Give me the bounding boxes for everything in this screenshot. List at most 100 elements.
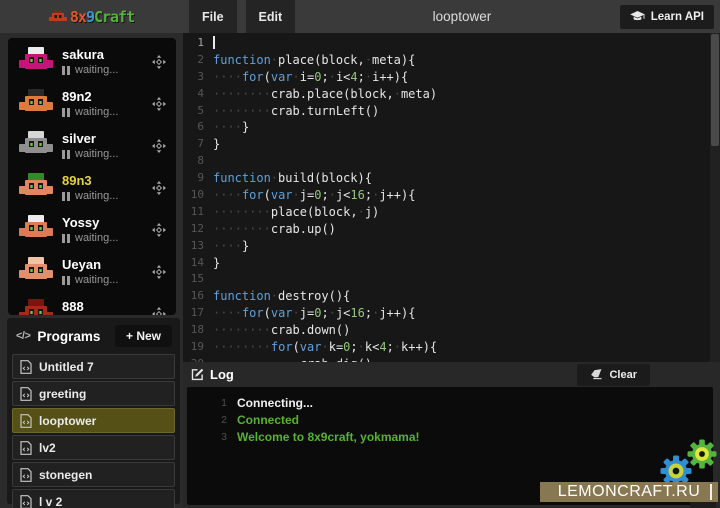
program-item[interactable]: looptower [12,408,175,433]
program-file-icon [20,495,32,508]
move-player-icon[interactable] [152,97,166,111]
code-line[interactable]: 9function·build(block){ [183,170,720,187]
pause-icon [62,276,70,285]
code-line[interactable]: 6····} [183,119,720,136]
move-player-icon[interactable] [152,139,166,153]
programs-list: Untitled 7 greeting looptower lv2 stoneg… [12,354,175,508]
player-avatar [19,130,53,157]
player-row[interactable]: silver waiting... [8,125,176,167]
move-player-icon[interactable] [152,223,166,237]
log-line-number: 1 [187,395,227,412]
program-item[interactable]: greeting [12,381,175,406]
program-item[interactable]: l v 2 [12,489,175,508]
code-line[interactable]: 8 [183,153,720,170]
editor-scrollbar-thumb[interactable] [711,34,719,146]
new-program-button[interactable]: + New [115,325,172,347]
program-file-icon [20,468,32,482]
program-item[interactable]: Untitled 7 [12,354,175,379]
program-label: Untitled 7 [39,360,94,374]
graduation-cap-icon [630,11,645,22]
clear-log-button[interactable]: Clear [577,364,650,386]
code-editor[interactable]: 12function·place(block,·meta){3····for(v… [183,33,720,362]
log-title: Log [210,367,234,382]
player-status: waiting... [62,148,118,160]
player-row[interactable]: 888 waiting... [8,293,176,315]
code-line[interactable]: 17····for(var·j=0;·j<16;·j++){ [183,305,720,322]
player-status: waiting... [62,106,118,118]
player-avatar [19,46,53,73]
programs-header: </> Programs + New [12,325,175,354]
line-number: 17 [183,305,213,322]
code-line[interactable]: 11········place(block,·j) [183,204,720,221]
player-row[interactable]: 89n2 waiting... [8,83,176,125]
line-number: 11 [183,204,213,221]
player-row[interactable]: Ueyan waiting... [8,251,176,293]
line-number: 13 [183,238,213,255]
crab-logo-icon [49,10,67,23]
code-line[interactable]: 18········crab.down() [183,322,720,339]
text-cursor [213,36,215,49]
code-brackets-icon: </> [16,330,30,342]
code-line[interactable]: 16function·destroy(){ [183,288,720,305]
code-line[interactable]: 5········crab.turnLeft() [183,103,720,120]
line-number: 16 [183,288,213,305]
code-line[interactable]: 3····for(var·i=0;·i<4;·i++){ [183,69,720,86]
program-item[interactable]: lv2 [12,435,175,460]
sidebar: sakura waiting... 89n2 waiting... silver [0,33,183,508]
program-label: l v 2 [39,495,62,508]
app-window: 8x9Craft File Edit looptower Learn API s… [0,0,720,508]
eraser-icon [590,369,603,380]
code-line[interactable]: 19········for(var·k=0;·k<4;·k++){ [183,339,720,356]
move-player-icon[interactable] [152,265,166,279]
editor-scrollbar[interactable] [710,33,720,362]
player-row[interactable]: sakura waiting... [8,41,176,83]
code-line[interactable]: 1 [183,35,720,52]
program-item[interactable]: stonegen [12,462,175,487]
program-file-icon [20,360,32,374]
log-message: Welcome to 8x9craft, yokmama! [237,429,420,446]
code-line[interactable]: 15 [183,271,720,288]
code-line[interactable]: 4········crab.place(block,·meta) [183,86,720,103]
line-number: 19 [183,339,213,356]
watermark-cursor [710,484,712,500]
pause-icon [62,108,70,117]
player-name: Ueyan [62,258,118,272]
log-entry: 2 Connected [187,412,713,429]
log-entry: 3 Welcome to 8x9craft, yokmama! [187,429,713,446]
learn-api-button[interactable]: Learn API [620,5,714,29]
player-status: waiting... [62,190,118,202]
edit-menu-button[interactable]: Edit [246,0,296,33]
file-menu-button[interactable]: File [189,0,237,33]
line-number: 9 [183,170,213,187]
player-row[interactable]: 89n3 waiting... [8,167,176,209]
line-number: 18 [183,322,213,339]
code-line[interactable]: 12········crab.up() [183,221,720,238]
code-line[interactable]: 2function·place(block,·meta){ [183,52,720,69]
program-file-icon [20,414,32,428]
program-file-icon [20,387,32,401]
code-line[interactable]: 10····for(var·j=0;·j<16;·j++){ [183,187,720,204]
pause-icon [62,192,70,201]
edit-log-icon [191,368,204,381]
player-row[interactable]: Yossy waiting... [8,209,176,251]
player-status: waiting... [62,232,118,244]
code-line[interactable]: 14} [183,255,720,272]
line-number: 12 [183,221,213,238]
move-player-icon[interactable] [152,55,166,69]
programs-title: Programs [37,329,100,344]
move-player-icon[interactable] [152,307,166,315]
pause-icon [62,150,70,159]
line-number: 7 [183,136,213,153]
code-line[interactable]: 13····} [183,238,720,255]
log-entry: 1 Connecting... [187,395,713,412]
document-title: looptower [304,0,620,33]
player-name: 888 [62,300,118,314]
log-header: Log Clear [183,362,720,387]
line-number: 5 [183,103,213,120]
move-player-icon[interactable] [152,181,166,195]
pause-icon [62,66,70,75]
code-line[interactable]: 7} [183,136,720,153]
player-avatar [19,88,53,115]
line-number: 6 [183,119,213,136]
program-label: stonegen [39,468,92,482]
